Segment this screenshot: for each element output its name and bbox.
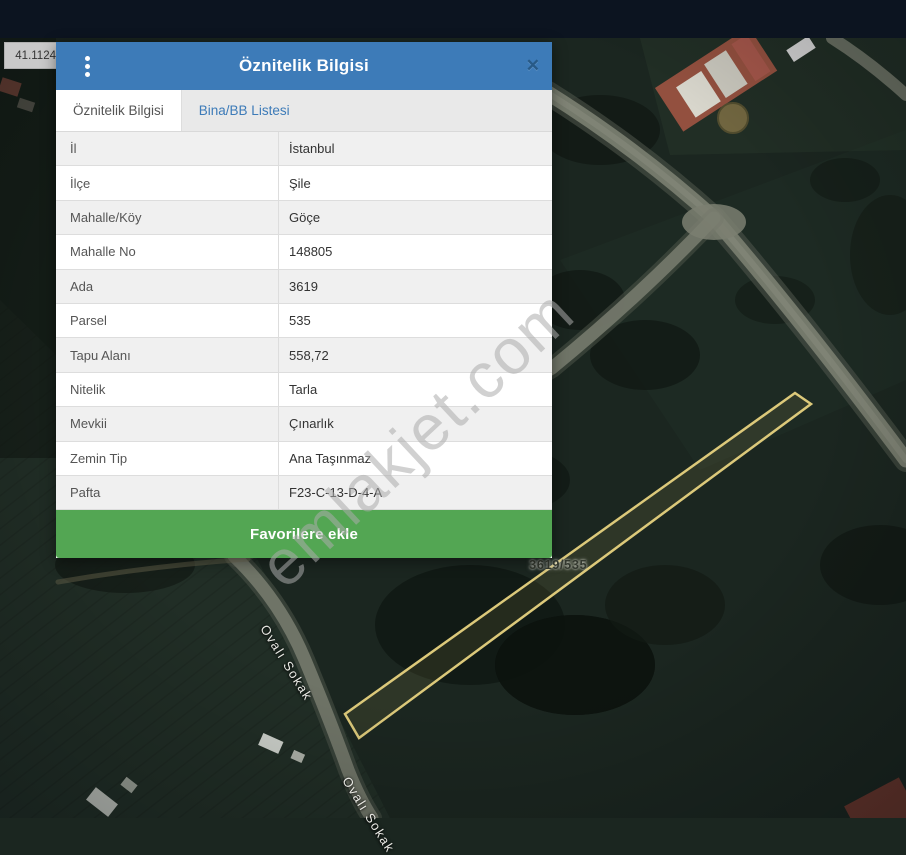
row-value: İstanbul: [278, 132, 552, 166]
top-bar: [0, 0, 906, 38]
attribute-table: İl İstanbul İlçe Şile Mahalle/Köy Göçe M…: [56, 132, 552, 511]
row-label: İl: [70, 141, 77, 157]
row-label: Tapu Alanı: [70, 347, 131, 363]
row-label: İlçe: [70, 175, 91, 191]
add-to-favorites-button[interactable]: Favorilere ekle: [56, 510, 552, 559]
table-row: Nitelik Tarla: [56, 372, 552, 408]
row-value: Tarla: [278, 372, 552, 407]
attribute-dialog: Öznitelik Bilgisi ✕ Öznitelik Bilgisi Bi…: [56, 42, 552, 559]
table-row: Tapu Alanı 558,72: [56, 338, 552, 373]
row-label: Nitelik: [70, 381, 106, 397]
row-value: 3619: [278, 269, 552, 303]
table-row: Ada 3619: [56, 269, 552, 304]
parcel-number-label: 3619/535: [529, 557, 588, 572]
row-value: Çınarlık: [278, 407, 552, 441]
row-value: 535: [278, 303, 552, 338]
table-row: Mahalle/Köy Göçe: [56, 200, 552, 236]
dialog-title: Öznitelik Bilgisi: [239, 56, 369, 75]
row-value: 148805: [278, 235, 552, 269]
table-row: İlçe Şile: [56, 166, 552, 201]
row-value: 558,72: [278, 338, 552, 372]
row-label: Pafta: [70, 485, 101, 501]
coordinate-readout[interactable]: 41.1124: [4, 42, 60, 69]
table-row: Mevkii Çınarlık: [56, 407, 552, 442]
dialog-tabbar: Öznitelik Bilgisi Bina/BB Listesi: [56, 90, 552, 132]
table-row: Parsel 535: [56, 303, 552, 339]
row-label: Ada: [70, 278, 94, 294]
row-value: F23-C-13-D-4-A: [278, 475, 552, 510]
table-row: Zemin Tip Ana Taşınmaz: [56, 441, 552, 476]
tab-bina-bb-listesi[interactable]: Bina/BB Listesi: [182, 90, 307, 131]
row-label: Zemin Tip: [70, 450, 128, 466]
row-value: Şile: [278, 166, 552, 200]
close-icon[interactable]: ✕: [526, 42, 540, 90]
row-label: Mahalle No: [70, 244, 136, 260]
table-row: Mahalle No 148805: [56, 235, 552, 270]
row-label: Parsel: [70, 313, 107, 329]
kebab-menu-icon[interactable]: [74, 53, 100, 79]
table-row: İl İstanbul: [56, 132, 552, 167]
row-value: Ana Taşınmaz: [278, 441, 552, 475]
row-label: Mevkii: [70, 416, 107, 432]
row-value: Göçe: [278, 200, 552, 235]
row-label: Mahalle/Köy: [70, 209, 142, 225]
table-row: Pafta F23-C-13-D-4-A: [56, 475, 552, 511]
tab-oznitelik-bilgisi[interactable]: Öznitelik Bilgisi: [56, 90, 182, 131]
dialog-header: Öznitelik Bilgisi ✕: [56, 42, 552, 90]
